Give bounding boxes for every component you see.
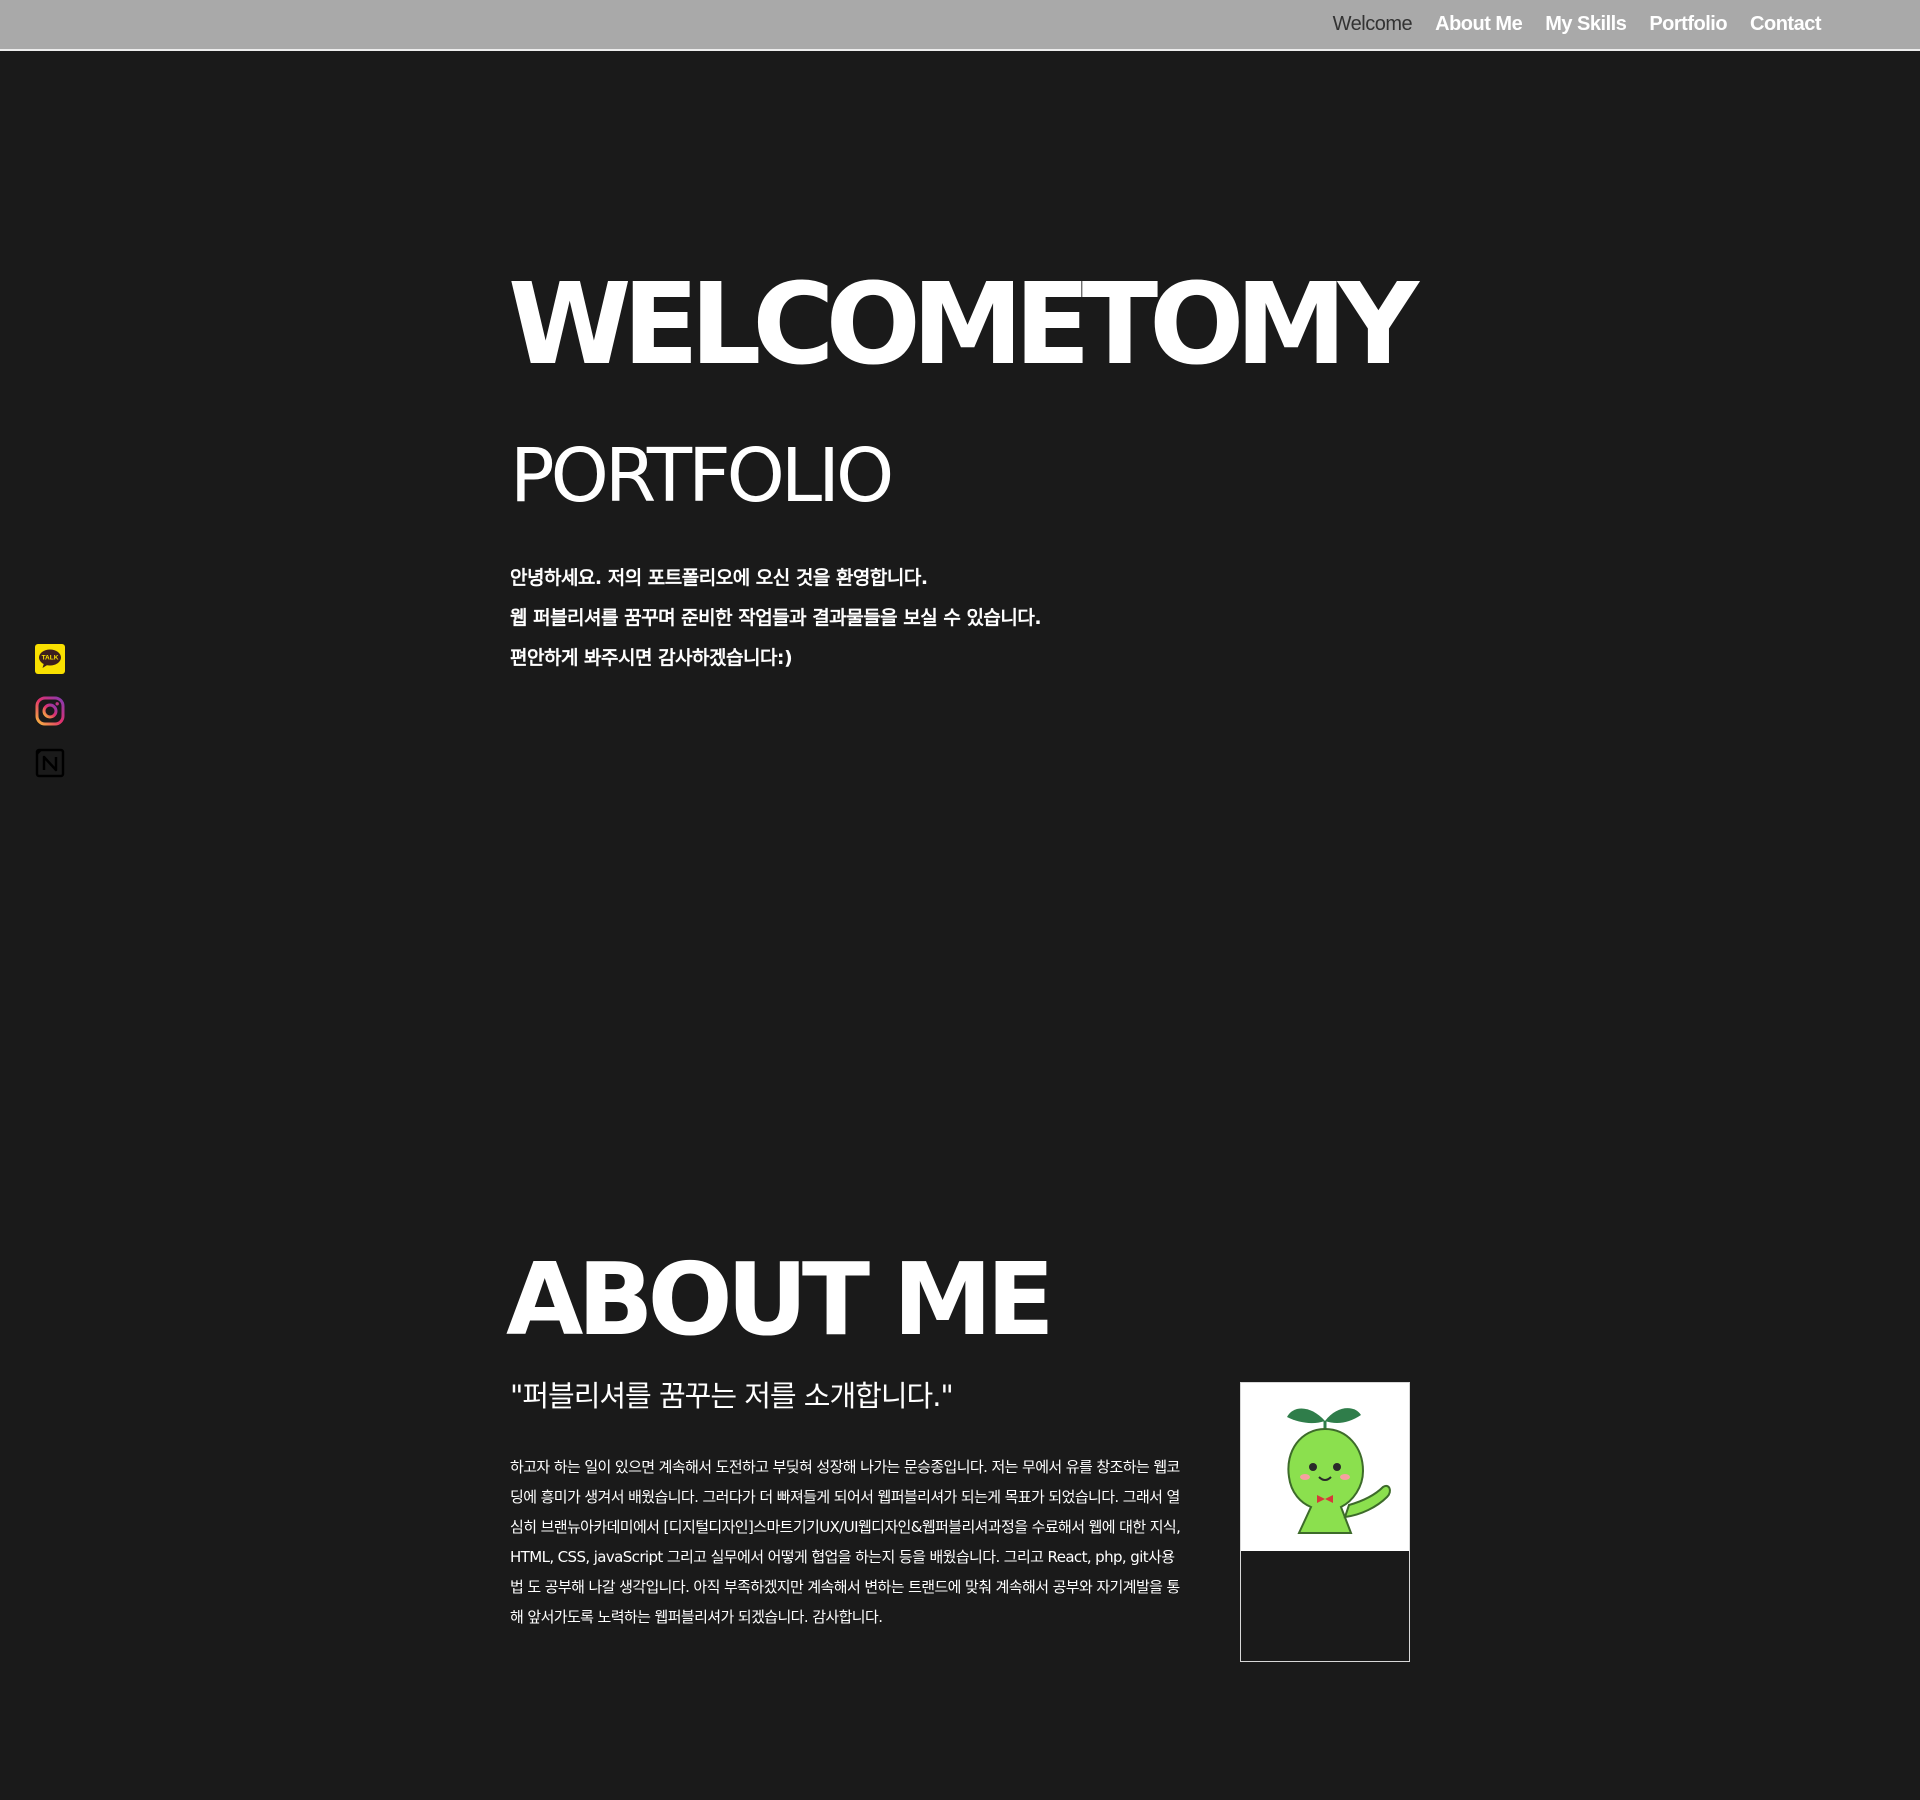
hero-intro-line: 안녕하세요. 저의 포트폴리오에 오신 것을 환영합니다. (510, 567, 928, 589)
nav-item-contact[interactable]: Contact (1750, 13, 1821, 36)
social-links: TALK (34, 643, 66, 779)
hero-title: WELCOMETOMY (508, 260, 1419, 390)
nav-item-about-me[interactable]: About Me (1435, 13, 1523, 36)
nav-item-welcome[interactable]: Welcome (1333, 13, 1413, 36)
sprout-character-icon (1241, 1383, 1409, 1551)
nav-item-my-skills[interactable]: My Skills (1545, 13, 1627, 36)
hero-intro-line: 웹 퍼블리셔를 꿈꾸며 준비한 작업들과 결과물들을 보실 수 있습니다. (510, 607, 1042, 629)
kakao-badge-text: TALK (42, 655, 59, 662)
about-quote: "퍼블리셔를 꿈꾸는 저를 소개합니다." (510, 1379, 954, 1413)
profile-card (1240, 1382, 1410, 1662)
instagram-icon[interactable] (34, 695, 66, 727)
hero-subtitle: PORTFOLIO (510, 433, 894, 519)
nav-item-portfolio[interactable]: Portfolio (1649, 13, 1727, 36)
hero-intro: 안녕하세요. 저의 포트폴리오에 오신 것을 환영합니다. 웹 퍼블리셔를 꿈꾸… (510, 558, 1210, 678)
about-title: ABOUT ME (506, 1241, 1055, 1358)
about-description: 하고자 하는 일이 있으면 계속해서 도전하고 부딪혀 성장해 나가는 문승종입… (510, 1458, 1181, 1626)
main-nav: Welcome About Me My Skills Portfolio Con… (1333, 0, 1822, 49)
top-navigation-bar: Welcome About Me My Skills Portfolio Con… (0, 0, 1920, 51)
notion-icon[interactable] (34, 747, 66, 779)
kakaotalk-icon[interactable]: TALK (34, 643, 66, 675)
hero-intro-line: 편안하게 봐주시면 감사하겠습니다:) (510, 647, 793, 669)
